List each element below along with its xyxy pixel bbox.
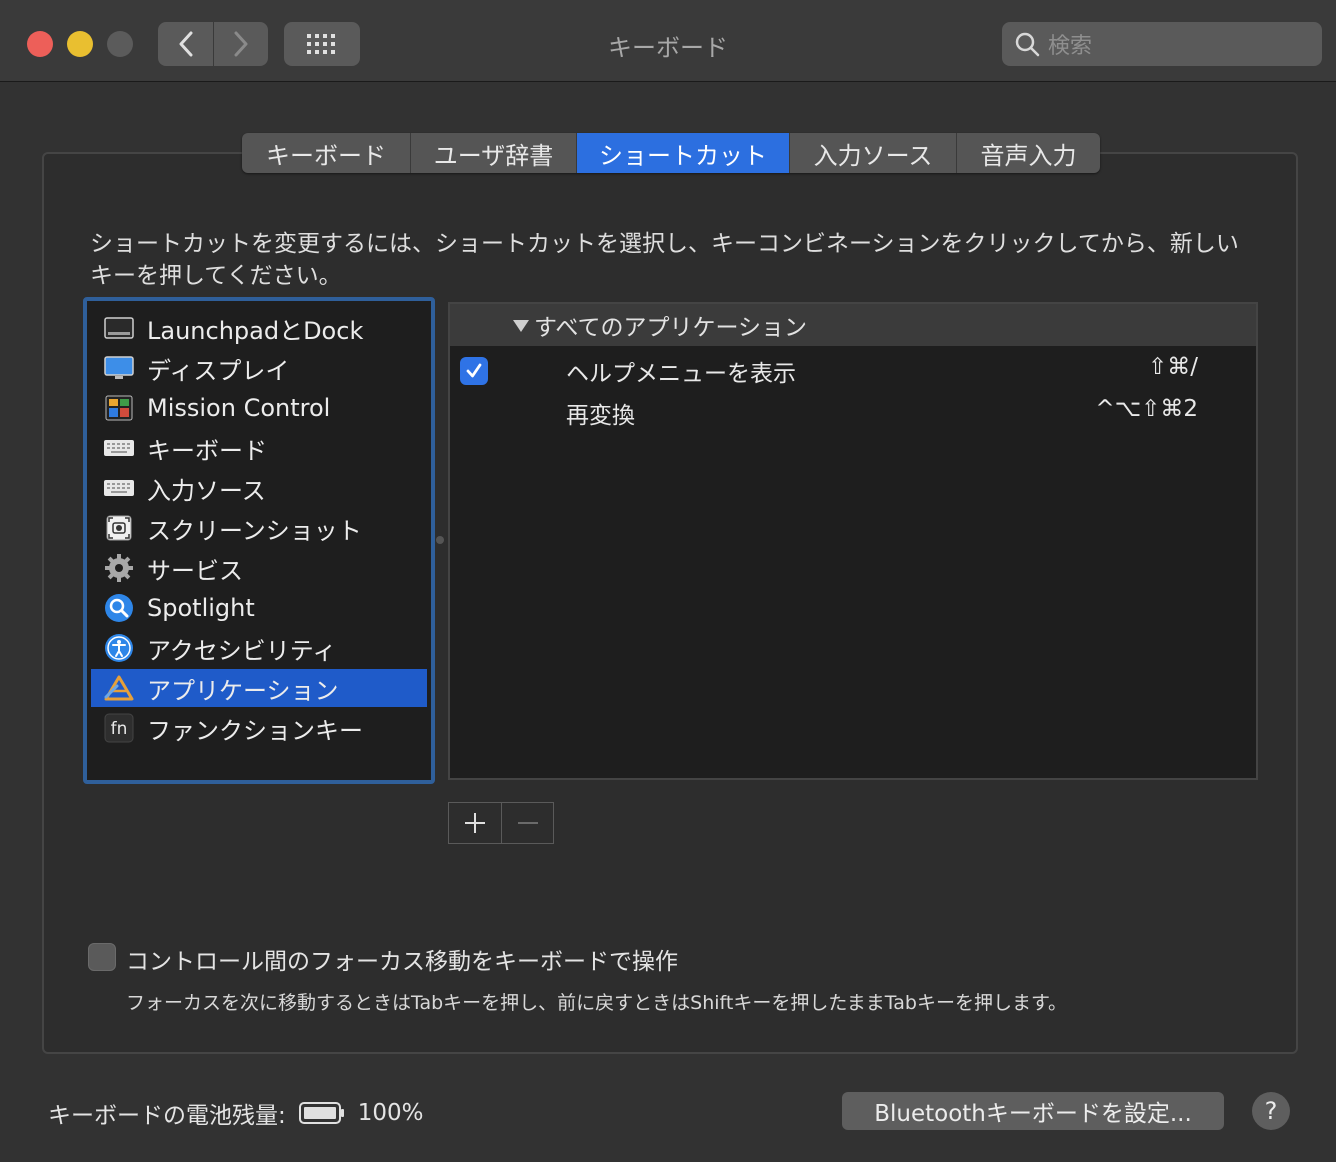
- screenshot-icon: [103, 512, 135, 544]
- svg-text:fn: fn: [111, 719, 128, 739]
- add-remove-buttons: [448, 802, 554, 844]
- keyboard-icon: [103, 432, 135, 464]
- instructions-text: ショートカットを変更するには、ショートカットを選択し、キーコンビネーションをクリ…: [90, 231, 1239, 289]
- category-accessibility[interactable]: アクセシビリティ: [91, 629, 427, 667]
- category-input-sources[interactable]: 入力ソース: [91, 469, 427, 507]
- keyboard-navigation-hint: フォーカスを次に移動するときはTabキーを押し、前に戻すときはShiftキーを押…: [126, 992, 1068, 1014]
- category-label: Spotlight: [147, 594, 255, 622]
- battery-label: キーボードの電池残量:: [48, 1103, 286, 1129]
- battery-percentage: 100%: [357, 1100, 424, 1126]
- disclosure-triangle-icon[interactable]: [512, 319, 530, 333]
- shortcut-keys[interactable]: ^⌥⇧⌘2: [1095, 396, 1198, 422]
- launchpad-dock-icon: [103, 312, 135, 344]
- mission-control-icon: [103, 392, 135, 424]
- plus-icon: [465, 813, 485, 833]
- search-icon: [1015, 32, 1040, 57]
- category-label: スクリーンショット: [147, 516, 362, 545]
- display-icon: [103, 352, 135, 384]
- category-services[interactable]: サービス: [91, 549, 427, 587]
- battery-status: キーボードの電池残量: 100%: [48, 1096, 424, 1130]
- category-launchpad-dock[interactable]: LaunchpadとDock: [91, 309, 427, 347]
- accessibility-icon: [103, 632, 135, 664]
- category-keyboard[interactable]: キーボード: [91, 429, 427, 467]
- shortcut-name: ヘルプメニューを表示: [566, 361, 796, 387]
- shortcut-name: 再変換: [566, 403, 635, 429]
- category-function-keys[interactable]: fn ファンクションキー: [91, 709, 427, 747]
- app-store-icon: [103, 672, 135, 704]
- tab-keyboard[interactable]: キーボード: [242, 133, 410, 173]
- help-button[interactable]: ?: [1252, 1092, 1290, 1130]
- category-mission-control[interactable]: Mission Control: [91, 389, 427, 427]
- shortcut-row[interactable]: 再変換 ^⌥⇧⌘2: [450, 390, 1256, 432]
- category-list[interactable]: LaunchpadとDock ディスプレイ Mission Control キー…: [83, 297, 435, 784]
- category-label: ディスプレイ: [147, 356, 290, 385]
- input-source-icon: [103, 472, 135, 504]
- tab-shortcuts[interactable]: ショートカット: [576, 133, 789, 173]
- keyboard-navigation-label[interactable]: コントロール間のフォーカス移動をキーボードで操作: [126, 942, 678, 976]
- search-placeholder: 検索: [1048, 34, 1093, 59]
- tab-dictation[interactable]: 音声入力: [956, 133, 1100, 173]
- title-bar: キーボード 検索: [0, 0, 1336, 82]
- shortcut-row[interactable]: ヘルプメニューを表示 ⇧⌘/: [450, 348, 1256, 390]
- category-label: ファンクションキー: [147, 716, 363, 745]
- search-input[interactable]: 検索: [1002, 22, 1322, 66]
- tab-user-dictionary[interactable]: ユーザ辞書: [410, 133, 576, 173]
- fn-key-icon: fn: [103, 712, 135, 744]
- spotlight-icon: [103, 592, 135, 624]
- shortcut-keys[interactable]: ⇧⌘/: [1148, 354, 1198, 380]
- split-view-divider[interactable]: [436, 536, 444, 544]
- category-label: アクセシビリティ: [147, 636, 337, 665]
- category-label: サービス: [147, 556, 243, 585]
- category-label: キーボード: [147, 436, 267, 465]
- shortcut-enabled-checkbox[interactable]: [460, 357, 488, 385]
- add-shortcut-button[interactable]: [449, 803, 501, 843]
- category-label: 入力ソース: [147, 476, 266, 505]
- preferences-window: キーボード 検索 キーボード ユーザ辞書 ショートカット 入力ソース 音声入力 …: [0, 0, 1336, 1162]
- category-screenshot[interactable]: スクリーンショット: [91, 509, 427, 547]
- category-label: LaunchpadとDock: [147, 316, 364, 345]
- shortcut-group-label: すべてのアプリケーション: [534, 315, 808, 341]
- setup-bluetooth-keyboard-button[interactable]: Bluetoothキーボードを設定...: [842, 1092, 1224, 1130]
- keyboard-navigation-checkbox[interactable]: [88, 943, 116, 971]
- checkmark-icon: [466, 363, 482, 378]
- shortcut-group-header[interactable]: すべてのアプリケーション: [450, 304, 1256, 346]
- category-applications[interactable]: アプリケーション: [91, 669, 427, 707]
- minus-icon: [517, 822, 538, 824]
- shortcut-list[interactable]: すべてのアプリケーション ヘルプメニューを表示 ⇧⌘/ 再変換 ^⌥⇧⌘2: [448, 302, 1258, 780]
- category-label: アプリケーション: [147, 676, 339, 705]
- tab-bar: キーボード ユーザ辞書 ショートカット 入力ソース 音声入力: [242, 133, 1100, 173]
- gear-icon: [103, 552, 135, 584]
- category-label: Mission Control: [147, 394, 331, 422]
- category-display[interactable]: ディスプレイ: [91, 349, 427, 387]
- category-spotlight[interactable]: Spotlight: [91, 589, 427, 627]
- battery-icon: [298, 1102, 344, 1124]
- remove-shortcut-button[interactable]: [501, 803, 553, 843]
- tab-input-sources[interactable]: 入力ソース: [789, 133, 956, 173]
